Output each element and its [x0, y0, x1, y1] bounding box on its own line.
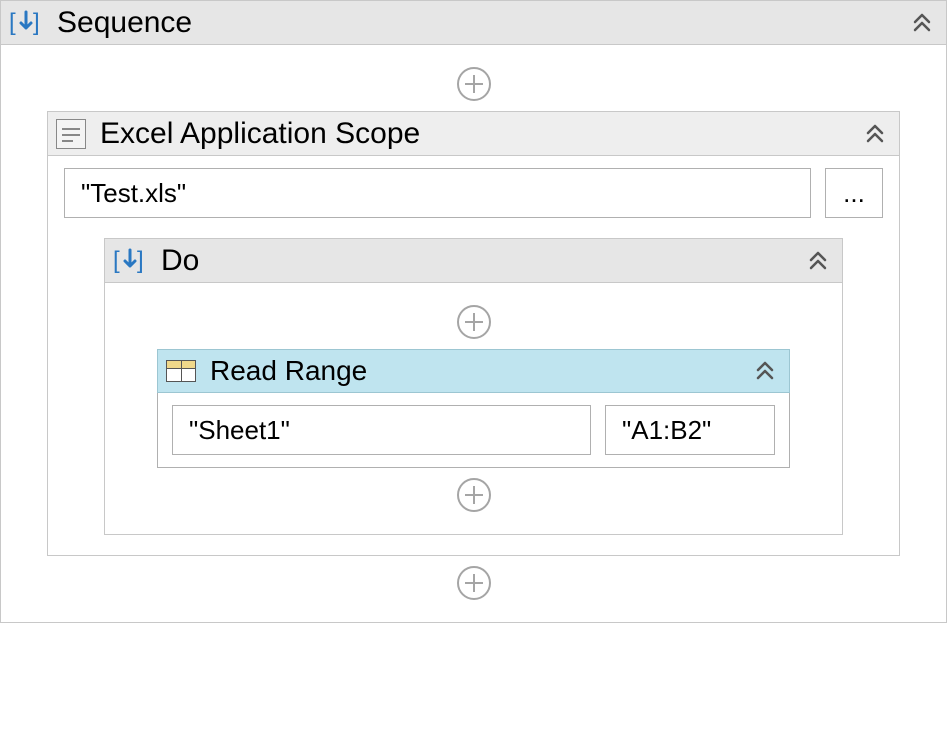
excel-scope-body: ... [ ] Do [48, 156, 899, 555]
read-range-activity: Read Range [157, 349, 790, 468]
document-icon [56, 119, 86, 149]
collapse-icon[interactable] [804, 247, 832, 275]
table-icon [166, 360, 196, 382]
plus-icon [457, 305, 491, 339]
do-title: Do [161, 244, 199, 278]
sheet-input[interactable] [172, 405, 591, 455]
sequence-icon: [ ] [9, 6, 43, 40]
collapse-icon[interactable] [861, 120, 889, 148]
workbook-path-input[interactable] [64, 168, 811, 218]
read-range-body [157, 393, 790, 468]
svg-text:]: ] [33, 9, 40, 36]
plus-icon [457, 478, 491, 512]
add-activity-top[interactable] [17, 57, 930, 111]
do-wrapper: [ ] Do [64, 218, 883, 543]
collapse-icon[interactable] [908, 9, 936, 37]
do-header[interactable]: [ ] Do [105, 239, 842, 283]
range-text[interactable] [620, 414, 760, 447]
sequence-header[interactable]: [ ] Sequence [1, 1, 946, 45]
sequence-title: Sequence [57, 6, 192, 40]
svg-text:]: ] [137, 247, 144, 274]
svg-text:[: [ [113, 247, 120, 274]
do-body: Read Range [105, 283, 842, 534]
sequence-activity: [ ] Sequence Excel Application Scope [0, 0, 947, 623]
add-activity-bottom[interactable] [17, 556, 930, 610]
browse-button[interactable]: ... [825, 168, 883, 218]
add-activity-do-bottom[interactable] [121, 468, 826, 522]
range-input[interactable] [605, 405, 775, 455]
do-activity: [ ] Do [104, 238, 843, 535]
add-activity-do-top[interactable] [121, 295, 826, 349]
read-range-header[interactable]: Read Range [157, 349, 790, 393]
excel-scope-title: Excel Application Scope [100, 117, 420, 151]
sequence-icon: [ ] [113, 244, 147, 278]
sheet-text[interactable] [187, 414, 576, 447]
excel-scope-activity: Excel Application Scope ... [47, 111, 900, 556]
svg-text:[: [ [9, 9, 16, 36]
plus-icon [457, 67, 491, 101]
read-range-title: Read Range [210, 355, 367, 387]
sequence-body: Excel Application Scope ... [1, 45, 946, 622]
workbook-path-text[interactable] [79, 177, 796, 210]
workbook-path-row: ... [64, 168, 883, 218]
plus-icon [457, 566, 491, 600]
collapse-icon[interactable] [751, 357, 779, 385]
excel-scope-header[interactable]: Excel Application Scope [48, 112, 899, 156]
